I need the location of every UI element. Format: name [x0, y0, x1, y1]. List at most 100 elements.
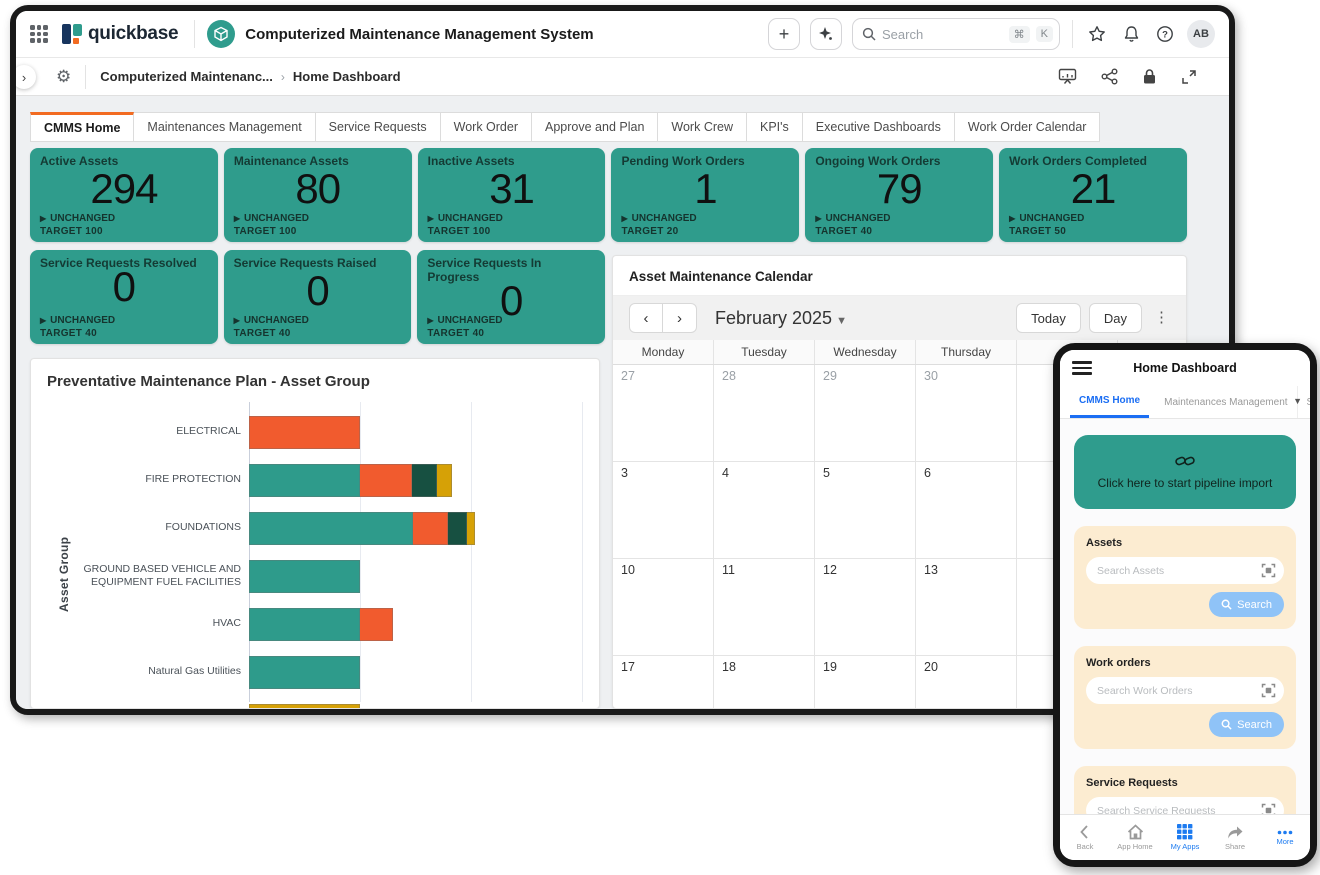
- calendar-month-dropdown[interactable]: February 2025▼: [715, 308, 847, 329]
- breadcrumb-app[interactable]: Computerized Maintenanc...: [100, 69, 273, 84]
- kpi-card[interactable]: Service Requests Resolved0▶UNCHANGEDTARG…: [30, 250, 218, 344]
- calendar-today-button[interactable]: Today: [1016, 303, 1081, 333]
- tab-executive-dashboards[interactable]: Executive Dashboards: [803, 112, 955, 142]
- quickbase-logo[interactable]: quickbase: [62, 23, 178, 45]
- chart-bar[interactable]: [249, 512, 475, 545]
- mobile-card-title: Service Requests: [1086, 777, 1284, 789]
- presentation-icon[interactable]: [1058, 68, 1077, 85]
- calendar-day-cell[interactable]: 27: [613, 365, 714, 461]
- top-bar: quickbase Computerized Maintenance Manag…: [16, 11, 1229, 58]
- chart-bar[interactable]: [249, 464, 452, 497]
- chart-row: GROUND BASED VEHICLE AND EQUIPMENT FUEL …: [31, 552, 599, 600]
- kpi-card[interactable]: Inactive Assets31▶UNCHANGEDTARGET 100: [418, 148, 606, 242]
- calendar-day-cell[interactable]: 13: [916, 559, 1017, 655]
- mobile-search-input[interactable]: [1097, 565, 1261, 577]
- trend-label: UNCHANGED: [438, 213, 503, 224]
- kpi-target: TARGET 40: [40, 328, 97, 339]
- tab-cmms-home[interactable]: CMMS Home: [30, 112, 134, 142]
- chart-category-label: ELECTRICAL: [31, 425, 249, 438]
- tab-kpi-s[interactable]: KPI's: [747, 112, 803, 142]
- calendar-day-cell[interactable]: 5: [815, 462, 916, 558]
- mobile-tab-maintenances-management[interactable]: Maintenances Management: [1155, 386, 1297, 418]
- chart-segment-darkgreen: [412, 464, 436, 497]
- kpi-card[interactable]: Ongoing Work Orders79▶UNCHANGEDTARGET 40: [805, 148, 993, 242]
- calendar-day-cell[interactable]: 10: [613, 559, 714, 655]
- calendar-day-cell[interactable]: 28: [714, 365, 815, 461]
- tab-work-order[interactable]: Work Order: [441, 112, 532, 142]
- mobile-nav-more[interactable]: More: [1260, 815, 1310, 860]
- mobile-search-field[interactable]: [1086, 677, 1284, 704]
- calendar-day-cell[interactable]: 3: [613, 462, 714, 558]
- calendar-day-cell[interactable]: 12: [815, 559, 916, 655]
- tab-service-requests[interactable]: Service Requests: [316, 112, 441, 142]
- app-icon[interactable]: [207, 20, 235, 48]
- chart-bar[interactable]: [249, 656, 360, 689]
- calendar-view-button[interactable]: Day: [1089, 303, 1142, 333]
- kpi-card[interactable]: Pending Work Orders1▶UNCHANGEDTARGET 20: [611, 148, 799, 242]
- lock-icon[interactable]: [1142, 68, 1157, 85]
- gear-icon[interactable]: ⚙: [56, 67, 71, 87]
- share-icon[interactable]: [1101, 68, 1118, 85]
- trend-label: UNCHANGED: [244, 315, 309, 326]
- barcode-scan-icon[interactable]: [1261, 563, 1276, 578]
- tab-approve-and-plan[interactable]: Approve and Plan: [532, 112, 658, 142]
- mobile-nav-my-apps[interactable]: My Apps: [1160, 815, 1210, 860]
- pipeline-import-label: Click here to start pipeline import: [1098, 476, 1273, 490]
- new-button[interactable]: +: [768, 18, 800, 50]
- chart-row: ELECTRICAL: [31, 408, 599, 456]
- chart-segment-teal: [249, 656, 360, 689]
- kpi-card[interactable]: Service Requests In Progress0▶UNCHANGEDT…: [417, 250, 605, 344]
- kpi-card[interactable]: Maintenance Assets80▶UNCHANGEDTARGET 100: [224, 148, 412, 242]
- kpi-trend: ▶UNCHANGED: [40, 213, 115, 224]
- kpi-trend: ▶UNCHANGED: [234, 213, 309, 224]
- kpi-card[interactable]: Work Orders Completed21▶UNCHANGEDTARGET …: [999, 148, 1187, 242]
- calendar-day-cell[interactable]: 4: [714, 462, 815, 558]
- tab-work-order-calendar[interactable]: Work Order Calendar: [955, 112, 1101, 142]
- calendar-prev-button[interactable]: ‹: [629, 303, 663, 333]
- mobile-nav-label: App Home: [1117, 842, 1152, 851]
- kpi-card[interactable]: Service Requests Raised0▶UNCHANGEDTARGET…: [224, 250, 412, 344]
- divider: [85, 65, 86, 89]
- calendar-day-cell[interactable]: 20: [916, 656, 1017, 709]
- calendar-more-icon[interactable]: ⋮: [1154, 315, 1170, 321]
- calendar-next-button[interactable]: ›: [663, 303, 697, 333]
- cube-icon: [213, 26, 229, 42]
- ai-sparkle-button[interactable]: [810, 18, 842, 50]
- chart-bar[interactable]: [249, 608, 393, 641]
- calendar-day-cell[interactable]: 19: [815, 656, 916, 709]
- chevron-down-icon[interactable]: ▼: [1293, 396, 1302, 406]
- chart-bar[interactable]: [249, 416, 360, 449]
- calendar-day-cell[interactable]: 17: [613, 656, 714, 709]
- kpi-card[interactable]: Active Assets294▶UNCHANGEDTARGET 100: [30, 148, 218, 242]
- favorite-star-icon[interactable]: [1085, 22, 1109, 46]
- calendar-day-cell[interactable]: 29: [815, 365, 916, 461]
- global-search[interactable]: ⌘ K: [852, 18, 1060, 50]
- expand-icon[interactable]: [1181, 69, 1197, 85]
- mobile-tab-cmms-home[interactable]: CMMS Home: [1070, 386, 1149, 418]
- notifications-bell-icon[interactable]: [1119, 22, 1143, 46]
- calendar-day-header: Thursday: [916, 340, 1017, 364]
- mobile-search-button[interactable]: Search: [1209, 592, 1284, 617]
- calendar-day-cell[interactable]: 18: [714, 656, 815, 709]
- mobile-search-field[interactable]: [1086, 557, 1284, 584]
- search-input[interactable]: [882, 27, 1003, 42]
- mobile-nav-app-home[interactable]: App Home: [1110, 815, 1160, 860]
- mobile-nav-share[interactable]: Share: [1210, 815, 1260, 860]
- calendar-day-cell[interactable]: 6: [916, 462, 1017, 558]
- pipeline-import-button[interactable]: Click here to start pipeline import: [1074, 435, 1296, 509]
- sidebar-expand-chevron[interactable]: ›: [16, 65, 36, 89]
- tab-work-crew[interactable]: Work Crew: [658, 112, 747, 142]
- calendar-day-cell[interactable]: 30: [916, 365, 1017, 461]
- help-icon[interactable]: ?: [1153, 22, 1177, 46]
- mobile-search-input[interactable]: [1097, 685, 1261, 697]
- chart-bar[interactable]: [249, 704, 360, 710]
- chart-bar[interactable]: [249, 560, 360, 593]
- user-avatar[interactable]: AB: [1187, 20, 1215, 48]
- tab-maintenances-management[interactable]: Maintenances Management: [134, 112, 315, 142]
- mobile-nav-back[interactable]: Back: [1060, 815, 1110, 860]
- barcode-scan-icon[interactable]: [1261, 683, 1276, 698]
- app-switcher-icon[interactable]: [30, 25, 48, 43]
- breadcrumb-page[interactable]: Home Dashboard: [293, 69, 401, 84]
- mobile-search-button[interactable]: Search: [1209, 712, 1284, 737]
- calendar-day-cell[interactable]: 11: [714, 559, 815, 655]
